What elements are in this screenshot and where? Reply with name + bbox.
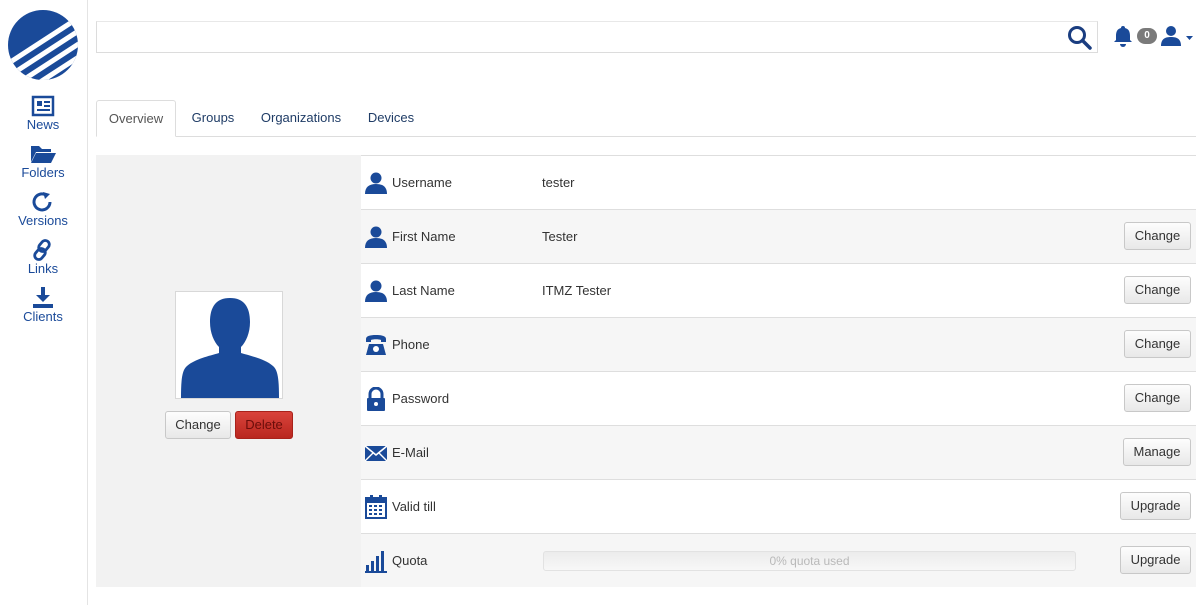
sidebar: News Folders Versions Links Clients	[0, 0, 88, 605]
folder-open-icon	[0, 143, 86, 167]
tab-organizations[interactable]: Organizations	[254, 100, 348, 137]
sidebar-item-label: News	[26, 117, 60, 132]
sidebar-item-versions[interactable]: Versions	[0, 191, 86, 228]
user-menu[interactable]	[1160, 24, 1196, 48]
profile-tabs: Overview Groups Organizations Devices	[96, 100, 1196, 137]
field-label: Username	[392, 175, 452, 190]
sidebar-item-news[interactable]: News	[0, 95, 86, 132]
field-label: Password	[392, 391, 450, 406]
email-manage-button[interactable]: Manage	[1123, 438, 1191, 466]
notification-count-badge: 0	[1137, 28, 1157, 44]
sidebar-item-clients[interactable]: Clients	[0, 287, 86, 324]
field-value: tester	[542, 175, 575, 190]
password-change-button[interactable]: Change	[1124, 384, 1191, 412]
search-bar	[96, 21, 1098, 53]
user-silhouette-icon	[181, 298, 279, 398]
valid-till-upgrade-button[interactable]: Upgrade	[1120, 492, 1191, 520]
quota-upgrade-button[interactable]: Upgrade	[1120, 546, 1191, 574]
field-row-email: E-Mail Manage	[361, 425, 1196, 479]
bar-chart-icon	[365, 549, 387, 573]
user-icon	[365, 225, 387, 249]
search-icon[interactable]	[1067, 25, 1093, 51]
profile-fields: Username tester First Name Tester Change…	[361, 155, 1196, 587]
avatar-change-button[interactable]: Change	[165, 411, 231, 439]
field-row-password: Password Change	[361, 371, 1196, 425]
field-row-phone: Phone Change	[361, 317, 1196, 371]
envelope-icon	[364, 441, 388, 465]
field-label: Quota	[392, 553, 428, 568]
avatar-panel: Change Delete	[96, 155, 361, 587]
phone-icon	[365, 333, 387, 357]
field-row-valid-till: Valid till Upgrade	[361, 479, 1196, 533]
field-label: Phone	[392, 337, 430, 352]
last-name-change-button[interactable]: Change	[1124, 276, 1191, 304]
field-row-username: Username tester	[361, 155, 1196, 209]
sidebar-item-label: Links	[27, 261, 59, 276]
sidebar-item-label: Clients	[23, 309, 63, 324]
first-name-change-button[interactable]: Change	[1124, 222, 1191, 250]
field-row-last-name: Last Name ITMZ Tester Change	[361, 263, 1196, 317]
refresh-icon	[0, 191, 86, 215]
sidebar-item-label: Folders	[21, 165, 65, 180]
sidebar-item-label: Versions	[18, 213, 68, 228]
field-label: E-Mail	[392, 445, 429, 460]
link-icon	[0, 239, 86, 263]
field-value: ITMZ Tester	[542, 283, 612, 298]
field-value: Tester	[542, 229, 578, 244]
bell-icon[interactable]	[1111, 24, 1135, 48]
user-icon	[365, 279, 387, 303]
field-label: First Name	[392, 229, 456, 244]
field-row-first-name: First Name Tester Change	[361, 209, 1196, 263]
search-input[interactable]	[97, 22, 1057, 52]
avatar	[175, 291, 283, 399]
avatar-delete-button[interactable]: Delete	[235, 411, 293, 439]
newspaper-icon	[0, 95, 86, 119]
phone-change-button[interactable]: Change	[1124, 330, 1191, 358]
tab-groups[interactable]: Groups	[178, 100, 248, 137]
sidebar-item-folders[interactable]: Folders	[0, 143, 86, 180]
lock-icon	[365, 386, 387, 411]
sidebar-item-links[interactable]: Links	[0, 239, 86, 276]
quota-progress-bar: 0% quota used	[543, 551, 1076, 571]
field-label: Last Name	[392, 283, 455, 298]
user-icon	[365, 171, 387, 195]
download-icon	[0, 287, 86, 311]
field-label: Valid till	[392, 499, 436, 514]
field-row-quota: Quota 0% quota used Upgrade	[361, 533, 1196, 587]
quota-progress-text: 0% quota used	[769, 554, 850, 568]
tab-devices[interactable]: Devices	[356, 100, 426, 137]
tab-overview[interactable]: Overview	[96, 100, 176, 137]
globe-logo[interactable]	[7, 9, 79, 81]
calendar-icon	[365, 495, 387, 519]
